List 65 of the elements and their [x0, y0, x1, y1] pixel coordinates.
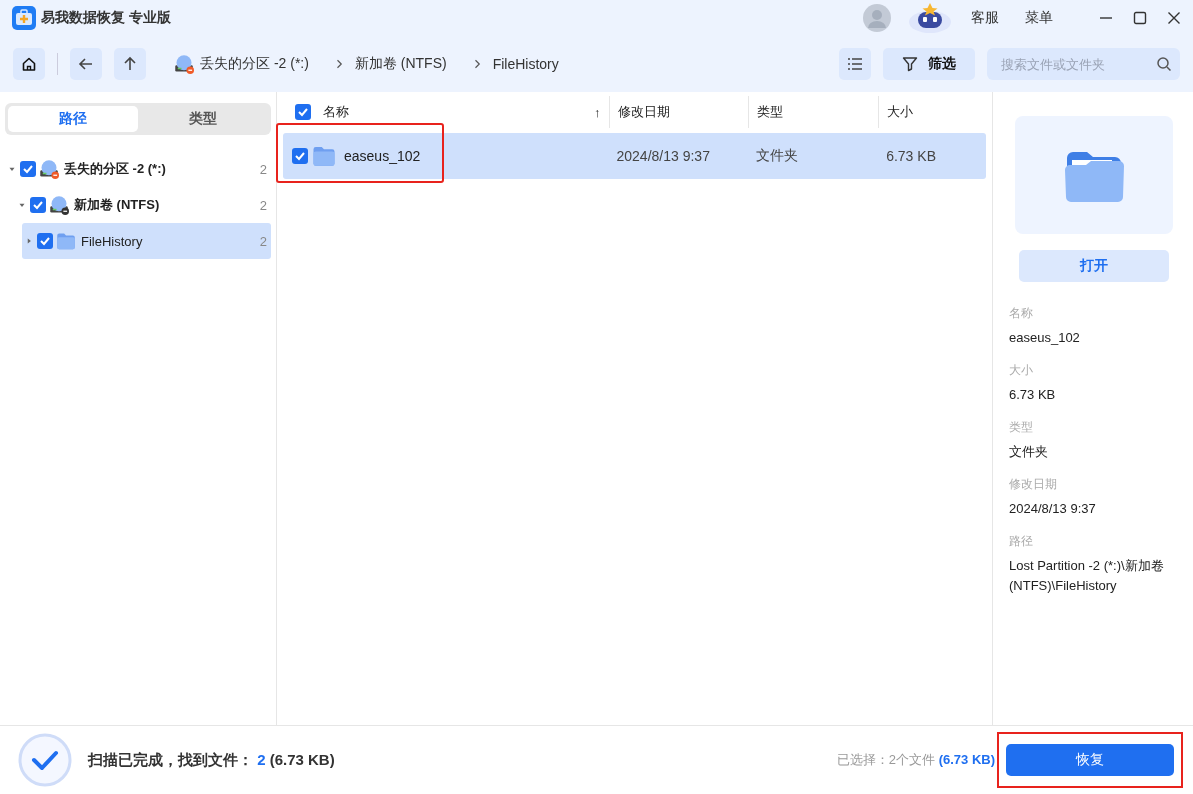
- arrow-left-icon: [78, 56, 94, 72]
- drive-icon: [49, 195, 69, 215]
- file-name: easeus_102: [344, 148, 421, 164]
- drive-icon: [39, 159, 59, 179]
- list-icon: [847, 56, 863, 72]
- tree-item[interactable]: 丢失的分区 -2 (*:) 2: [5, 151, 271, 187]
- table-cell: 6.73 KB: [886, 148, 936, 164]
- checkbox[interactable]: [37, 233, 53, 249]
- item-count: 2: [259, 197, 267, 213]
- home-button[interactable]: [13, 48, 45, 80]
- column-header[interactable]: 大小: [887, 103, 914, 121]
- folder-icon: [56, 231, 76, 251]
- app-logo-icon: [12, 6, 36, 30]
- table-cell: 文件夹: [756, 147, 799, 165]
- field-value: easeus_102: [1009, 329, 1081, 347]
- search-field[interactable]: 搜索文件或文件夹: [987, 48, 1180, 80]
- menu-link[interactable]: 客服: [971, 9, 999, 27]
- home-icon: [21, 56, 37, 72]
- item-count: 2: [259, 233, 267, 249]
- filter-icon: [902, 56, 918, 72]
- item-count: 2: [259, 161, 267, 177]
- sort-indicator[interactable]: ↑: [594, 104, 601, 120]
- breadcrumb-item[interactable]: FileHistory: [492, 56, 559, 72]
- checkbox[interactable]: [30, 197, 46, 213]
- checkbox[interactable]: [295, 104, 311, 120]
- tree-item[interactable]: 新加卷 (NTFS) 2: [15, 187, 271, 223]
- breadcrumb-item[interactable]: 丢失的分区 -2 (*:): [174, 54, 309, 74]
- column-header[interactable]: 类型: [757, 103, 784, 121]
- menu-link[interactable]: 菜单: [1025, 9, 1053, 27]
- field-label: 大小: [1009, 362, 1034, 379]
- tab[interactable]: 路径: [8, 106, 138, 132]
- breadcrumb-item[interactable]: 新加卷 (NTFS): [354, 55, 447, 73]
- field-value: 文件夹: [1009, 443, 1049, 461]
- app-title: 易我数据恢复 专业版: [41, 9, 171, 27]
- search-icon: [1156, 56, 1172, 72]
- field-label: 名称: [1009, 305, 1034, 322]
- checkbox[interactable]: [20, 161, 36, 177]
- back-button[interactable]: [70, 48, 102, 80]
- table-cell: 2024/8/13 9:37: [616, 148, 710, 164]
- field-label: 路径: [1009, 533, 1034, 550]
- table-row[interactable]: easeus_102 2024/8/13 9:37 文件夹 6.73 KB: [283, 133, 986, 179]
- check-circle-icon: [18, 733, 72, 787]
- list-view-button[interactable]: [839, 48, 871, 80]
- field-value: Lost Partition -2 (*:)\新加卷 (NTFS)\FileHistory: [1009, 557, 1165, 595]
- folder-icon: [312, 144, 336, 168]
- selection-summary: 已选择：2个文件 (6.73 KB): [836, 751, 995, 769]
- maximize-icon[interactable]: [1133, 11, 1147, 25]
- field-value: 6.73 KB: [1009, 386, 1057, 404]
- robot-icon[interactable]: [907, 3, 953, 33]
- open-button[interactable]: 打开: [1019, 250, 1169, 282]
- field-label: 修改日期: [1009, 476, 1058, 493]
- filter-button[interactable]: 筛选: [883, 48, 975, 80]
- recover-button[interactable]: 恢复: [1006, 744, 1174, 776]
- arrow-up-icon: [122, 56, 138, 72]
- column-header[interactable]: 修改日期: [617, 103, 670, 121]
- up-button[interactable]: [114, 48, 146, 80]
- tree-item[interactable]: FileHistory 2: [22, 223, 271, 259]
- field-label: 类型: [1009, 419, 1034, 436]
- drive-icon: [174, 54, 194, 74]
- scan-status-text: 扫描已完成，找到文件： 2 (6.73 KB): [88, 750, 335, 770]
- field-value: 2024/8/13 9:37: [1009, 500, 1097, 518]
- close-icon[interactable]: [1167, 11, 1181, 25]
- column-header[interactable]: 名称: [322, 103, 349, 121]
- tab[interactable]: 类型: [138, 106, 268, 132]
- checkbox[interactable]: [292, 148, 308, 164]
